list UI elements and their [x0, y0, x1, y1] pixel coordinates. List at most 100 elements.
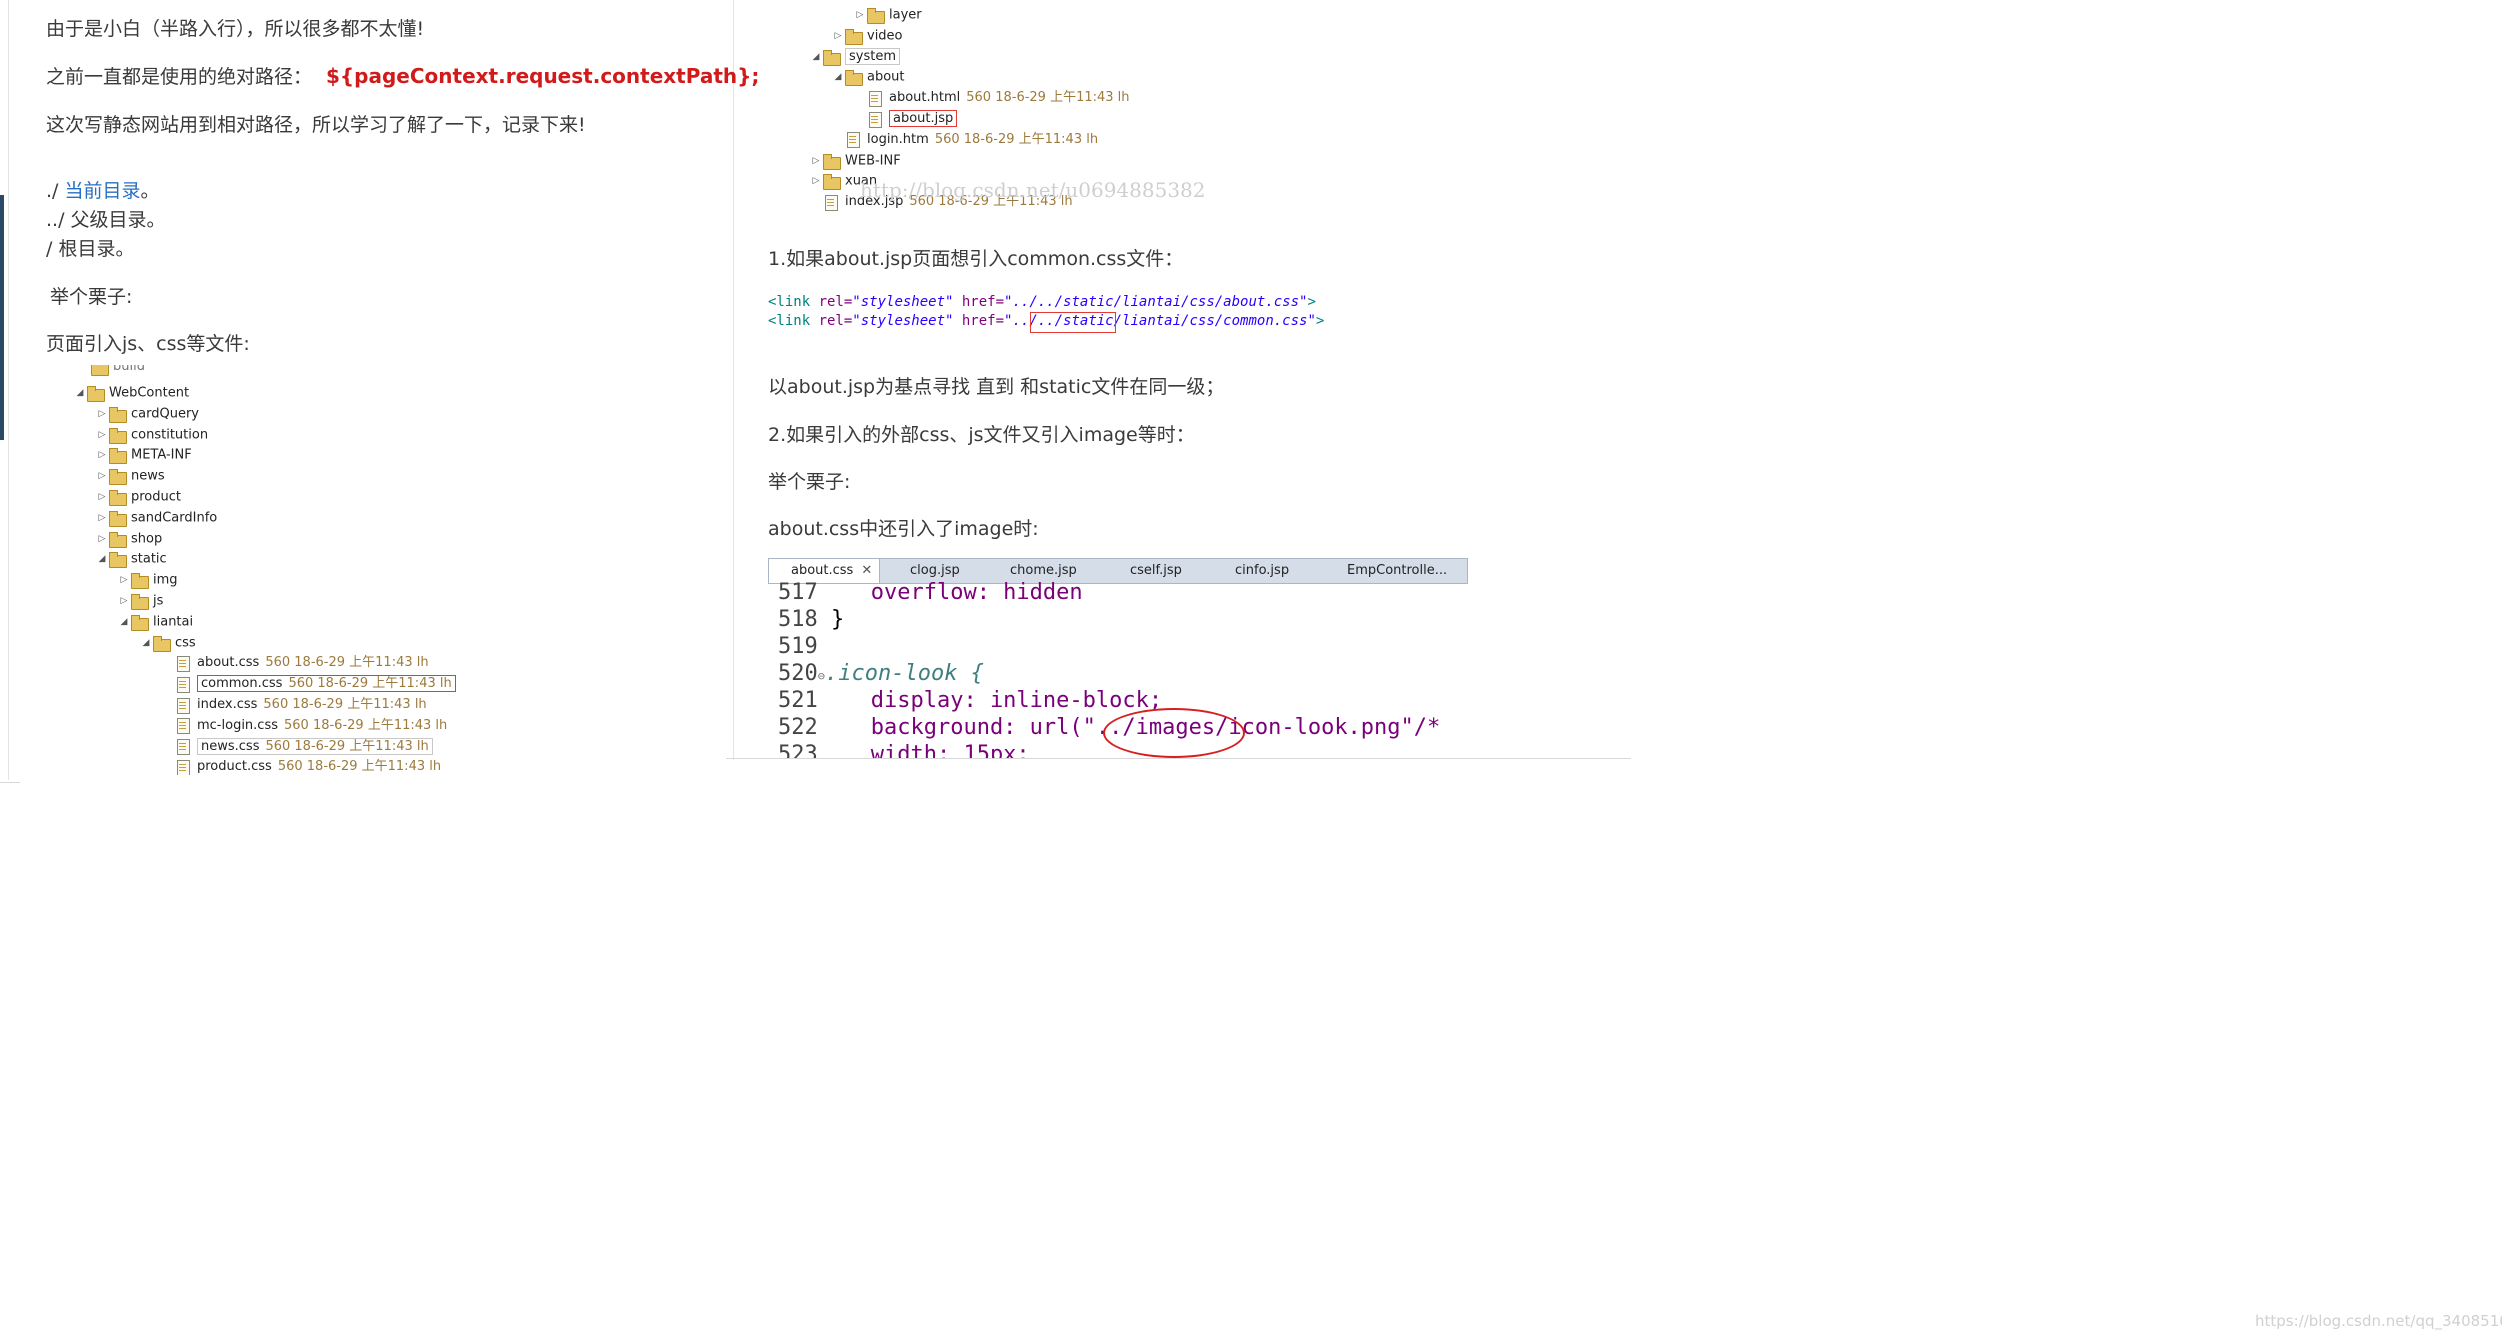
tree-row[interactable]: ◢ WebContent	[74, 383, 189, 403]
editor-line-520: 520⊖.icon-look {	[778, 661, 984, 686]
tree-row[interactable]: index.css 560 18-6-29 上午11:43 lh	[162, 695, 427, 715]
divider-line	[733, 0, 734, 760]
tree-item-meta: 560 18-6-29 上午11:43 lh	[263, 697, 427, 712]
tree-row[interactable]: ▷ layer	[854, 5, 922, 25]
collapsed-arrow-icon[interactable]: ▷	[810, 171, 822, 191]
page-import-label: 页面引入js、css等文件:	[46, 333, 250, 355]
collapsed-arrow-icon[interactable]: ▷	[96, 529, 108, 549]
tree-row[interactable]: ▷ META-INF	[96, 445, 192, 465]
file-icon	[174, 676, 192, 693]
left-edge-bar	[0, 195, 4, 440]
tree-row[interactable]: ▷ constitution	[96, 425, 208, 445]
tree-item-text: sandCardInfo	[131, 510, 217, 525]
folder-icon	[108, 448, 127, 465]
collapsed-arrow-icon[interactable]: ▷	[96, 404, 108, 424]
tree-item-name: mc-login.css	[197, 717, 278, 733]
tree-item-text: login.htm 560 18-6-29 上午11:43 lh	[867, 132, 1098, 147]
tree-item-text: common.css 560 18-6-29 上午11:43 lh	[197, 675, 456, 693]
tree-item-name: product	[131, 489, 182, 505]
tree-row[interactable]: ◢ liantai	[118, 612, 193, 632]
path-parent: ../ 父级目录。	[46, 209, 166, 231]
editor-line-523: 523 width: 15px;	[778, 742, 1030, 758]
tree-row[interactable]: ◢ static	[96, 549, 167, 569]
collapsed-arrow-icon[interactable]: ▷	[810, 151, 822, 171]
tree-row[interactable]: common.css 560 18-6-29 上午11:43 lh	[162, 674, 456, 694]
tree-item-text: liantai	[153, 614, 193, 629]
editor-line-521: 521 display: inline-block;	[778, 688, 1163, 713]
collapsed-arrow-icon[interactable]: ▷	[854, 5, 866, 25]
expanded-arrow-icon[interactable]: ◢	[118, 612, 130, 632]
context-path-code: ${pageContext.request.contextPath};	[326, 64, 760, 88]
watermark-text: http://blog.csdn.net/u0694885382	[860, 178, 1206, 202]
tree-item-meta: 560 18-6-29 上午11:43 lh	[265, 738, 429, 754]
file-icon	[844, 132, 862, 149]
collapsed-arrow-icon[interactable]: ▷	[118, 570, 130, 590]
intro-line-2: 之前一直都是使用的绝对路径： ${pageContext.request.cont…	[46, 62, 759, 89]
tree-item-text: shop	[131, 531, 162, 546]
tree-item-meta: 560 18-6-29 上午11:43 lh	[277, 759, 442, 775]
tree-row[interactable]: about.css 560 18-6-29 上午11:43 lh	[162, 653, 429, 673]
tree-item-name: about	[867, 69, 905, 85]
intro-line-3: 这次写静态网站用到相对路径，所以学习了解了一下，记录下来!	[46, 114, 586, 136]
tree-row[interactable]: ▷ cardQuery	[96, 404, 199, 424]
file-icon	[174, 697, 192, 714]
tree-item-text: about.css 560 18-6-29 上午11:43 lh	[197, 655, 429, 670]
folder-icon	[130, 573, 149, 590]
tab-cinfo-jsp[interactable]: cinfo.jsp	[1219, 559, 1289, 583]
folder-icon	[108, 427, 127, 444]
tree-row[interactable]: about.html 560 18-6-29 上午11:43 lh	[854, 88, 1130, 108]
tree-item-name: about.html	[889, 90, 961, 106]
expanded-arrow-icon[interactable]: ◢	[832, 67, 844, 87]
collapsed-arrow-icon[interactable]: ▷	[96, 487, 108, 507]
path-current-prefix: ./	[46, 180, 65, 202]
expanded-arrow-icon[interactable]: ◢	[810, 47, 822, 67]
expanded-arrow-icon[interactable]: ◢	[96, 549, 108, 569]
tree-row[interactable]: mc-login.css 560 18-6-29 上午11:43 lh	[162, 716, 447, 736]
tree-item-name: about.css	[197, 655, 260, 671]
tree-row[interactable]: ◢ css	[140, 633, 196, 653]
tree-row[interactable]: ▷ news	[96, 466, 165, 486]
tree-item-text: product	[131, 490, 181, 505]
tree-row[interactable]: ▷ product	[96, 487, 181, 507]
tree-row[interactable]: ▷ js	[118, 591, 163, 611]
tree-row[interactable]: ▷ WEB-INF	[810, 151, 901, 171]
tree-row[interactable]: ◢ about	[832, 67, 905, 87]
tree-item-name: liantai	[153, 614, 194, 630]
tree-item-text: news	[131, 469, 165, 484]
url-circle-highlight	[1103, 708, 1245, 758]
collapsed-arrow-icon[interactable]: ▷	[96, 466, 108, 486]
tree-item-name: news.css	[201, 738, 260, 754]
tab-empcontroller[interactable]: EmpControlle...	[1331, 559, 1447, 583]
tree-item-text: layer	[889, 8, 922, 23]
collapsed-arrow-icon[interactable]: ▷	[832, 26, 844, 46]
tree-item-name: WEB-INF	[845, 153, 901, 169]
tree-row[interactable]: ▷ video	[832, 26, 903, 46]
tree-item-meta: 560 18-6-29 上午11:43 lh	[284, 717, 448, 733]
close-icon[interactable]: ✕	[861, 563, 872, 578]
code-line-1: <link rel="stylesheet" href="../../stati…	[768, 294, 1316, 310]
folder-icon	[130, 614, 149, 631]
tree-row[interactable]: ▷ shop	[96, 529, 162, 549]
collapsed-arrow-icon[interactable]: ▷	[118, 591, 130, 611]
tree-item-text: mc-login.css 560 18-6-29 上午11:43 lh	[197, 718, 447, 733]
tree-row[interactable]: news.css 560 18-6-29 上午11:43 lh	[162, 737, 433, 757]
current-dir-link[interactable]: 当前目录	[64, 180, 140, 202]
expanded-arrow-icon[interactable]: ◢	[140, 633, 152, 653]
collapsed-arrow-icon[interactable]: ▷	[96, 508, 108, 528]
footer-watermark: https://blog.csdn.net/qq_34085100	[2255, 1312, 2502, 1330]
step2-text: 2.如果引入的外部css、js文件又引入image等时：	[768, 424, 1195, 446]
tree-row[interactable]: ▷ img	[118, 570, 178, 590]
tree-row[interactable]: login.htm 560 18-6-29 上午11:43 lh	[832, 130, 1098, 150]
collapsed-arrow-icon[interactable]: ▷	[96, 445, 108, 465]
expanded-arrow-icon[interactable]: ◢	[74, 383, 86, 403]
tree-row[interactable]: about.jsp	[854, 109, 958, 129]
path-root: / 根目录。	[46, 238, 135, 260]
collapsed-arrow-icon[interactable]: ▷	[96, 425, 108, 445]
file-icon	[822, 194, 840, 211]
tree-row[interactable]: product.css 560 18-6-29 上午11:43 lh	[162, 757, 441, 775]
tab-cself-jsp[interactable]: cself.jsp	[1114, 559, 1182, 583]
tree-row[interactable]: ▷ sandCardInfo	[96, 508, 217, 528]
tree-item-name: WebContent	[109, 385, 190, 401]
file-icon	[174, 655, 192, 672]
tree-row[interactable]: ◢ system	[810, 47, 900, 67]
